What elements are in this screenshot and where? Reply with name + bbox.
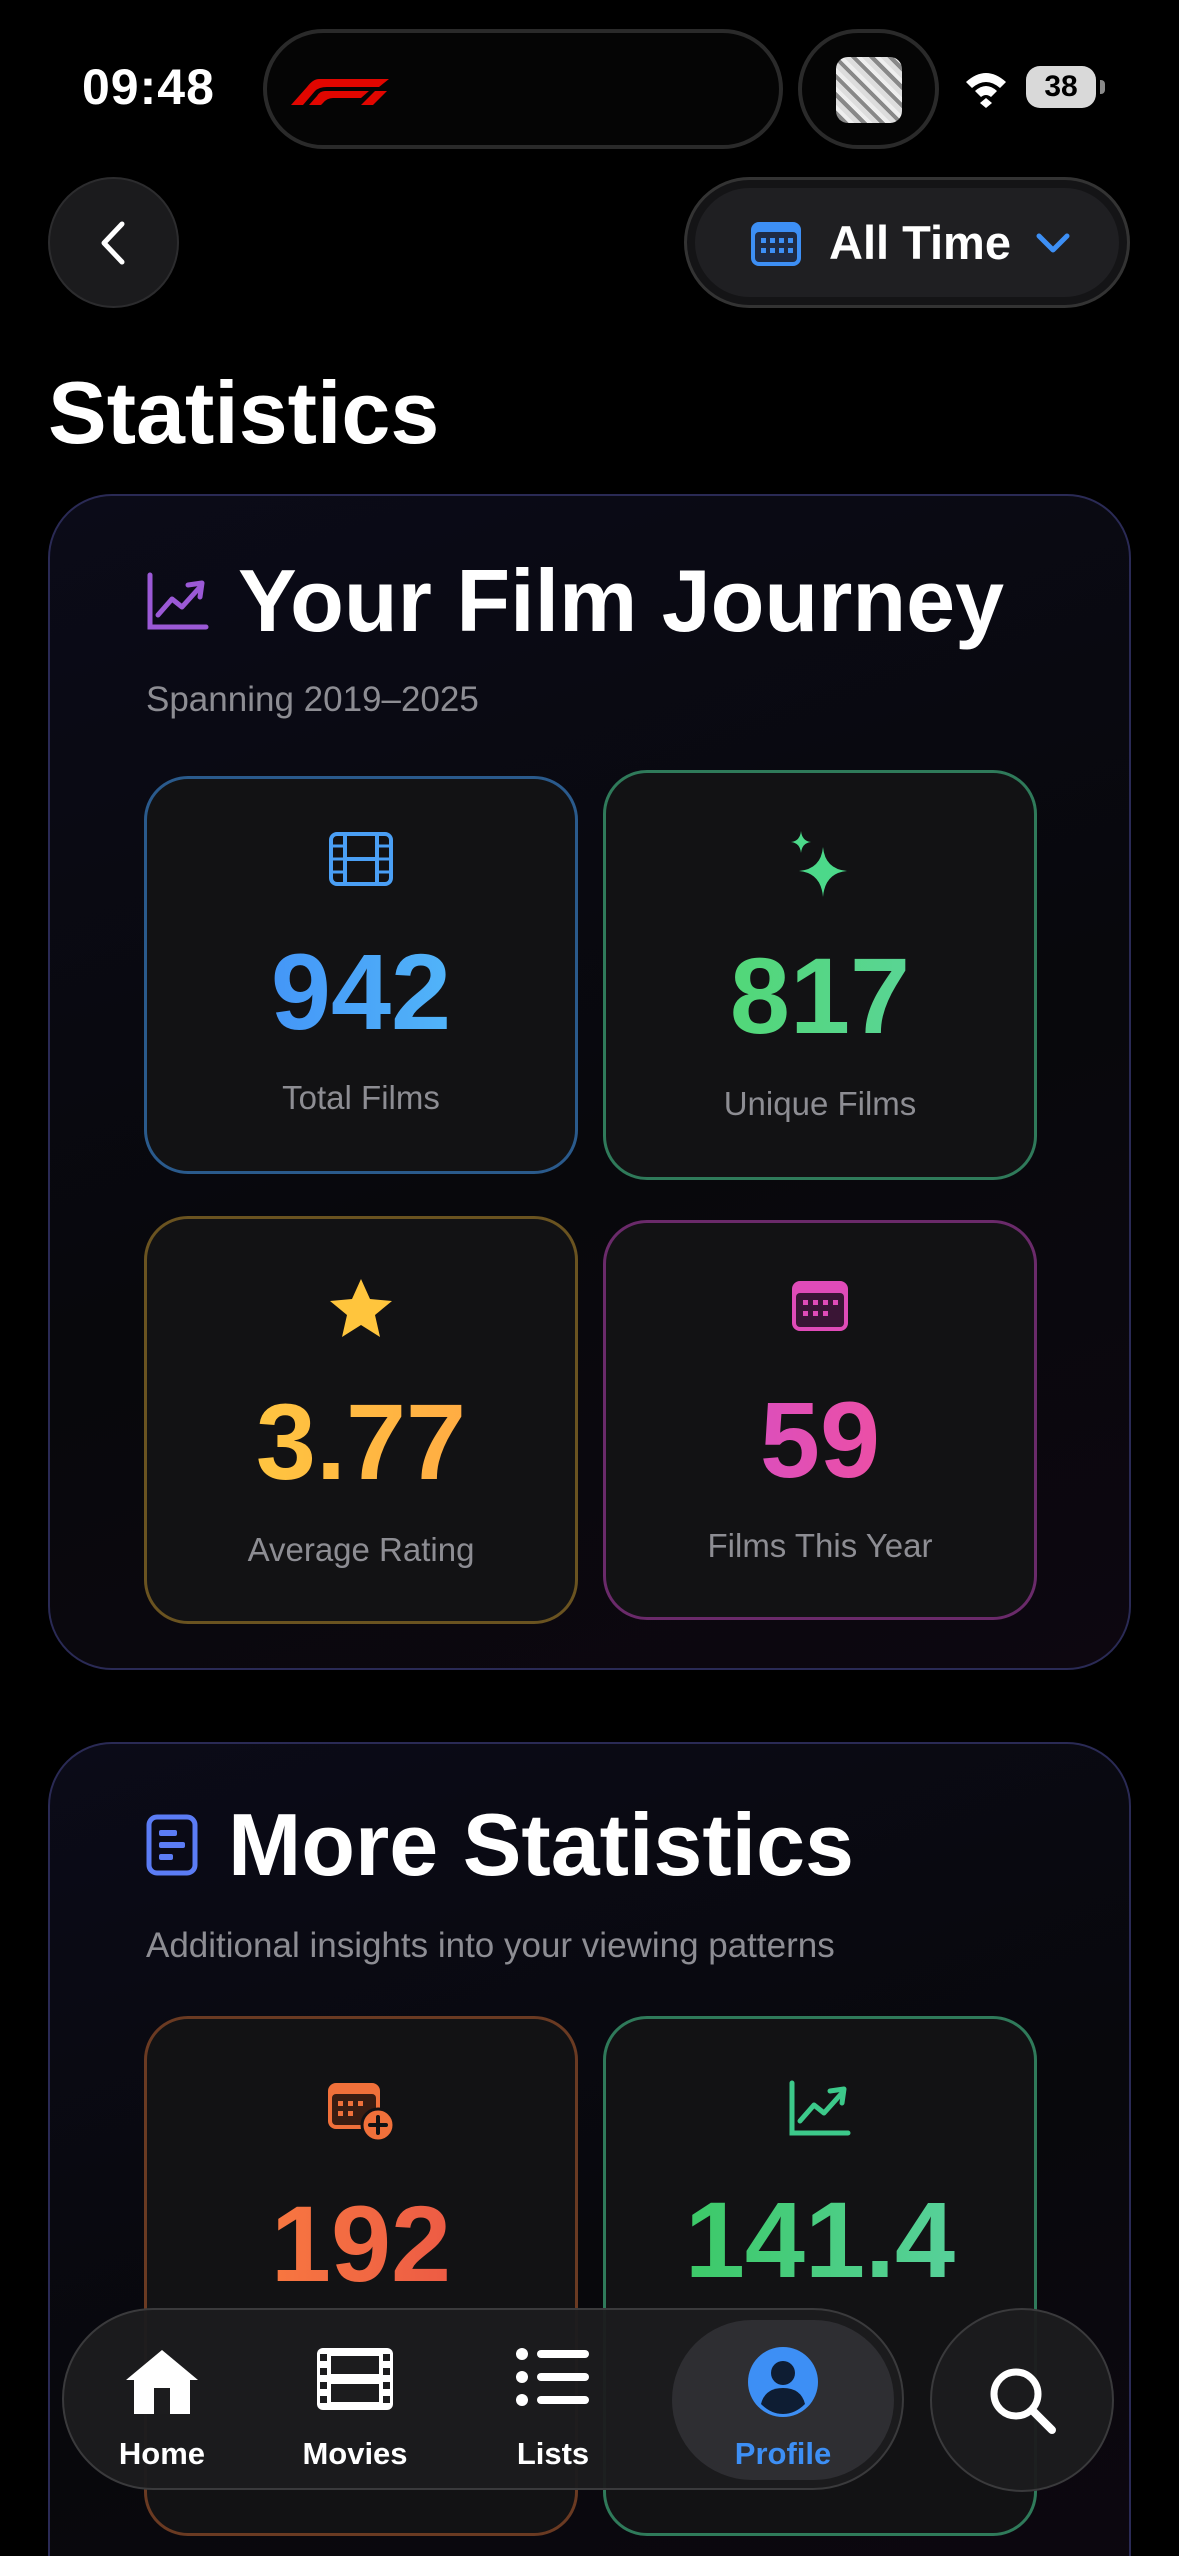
stat-value: 141.4: [606, 2177, 1034, 2302]
section-title: Your Film Journey: [238, 551, 1005, 650]
tab-home[interactable]: Home: [67, 2320, 257, 2480]
stat-card-average-rating[interactable]: 3.77 Average Rating: [144, 1216, 578, 1624]
star-icon: [330, 1279, 392, 1337]
stat-value: 942: [147, 929, 575, 1054]
stat-label: Average Rating: [247, 1531, 475, 1568]
sparkles-icon: [791, 831, 847, 897]
document-chart-icon: [146, 1814, 198, 1876]
stat-card-total-films[interactable]: 942 Total Films: [144, 776, 578, 1174]
stat-label: Total Films: [282, 1079, 440, 1116]
tab-label: Profile: [734, 2436, 832, 2471]
back-button[interactable]: [48, 177, 179, 308]
chevron-left-icon: [101, 221, 124, 264]
tab-label: Home: [118, 2436, 206, 2471]
house-icon: [126, 2350, 198, 2414]
tab-movies[interactable]: Movies: [260, 2320, 450, 2480]
f1-logo-icon: [291, 79, 389, 105]
film-journey-card: Your Film Journey Spanning 2019–2025 942…: [48, 494, 1131, 1670]
tab-label: Lists: [516, 2436, 590, 2471]
stat-value: 192: [147, 2181, 575, 2306]
person-icon: [748, 2347, 818, 2417]
trend-icon: [789, 2080, 851, 2136]
tab-lists[interactable]: Lists: [453, 2320, 653, 2480]
battery-indicator: 38: [1026, 66, 1096, 108]
chart-line-icon: [147, 572, 209, 630]
stat-value: 817: [606, 933, 1034, 1058]
stat-label: Unique Films: [723, 1085, 917, 1122]
dynamic-island[interactable]: [263, 29, 783, 149]
film-strip-icon: [317, 2348, 393, 2410]
wifi-icon: [966, 73, 1006, 108]
page-title: Statistics: [48, 363, 440, 462]
stat-value: 59: [606, 1377, 1034, 1502]
list-icon: [516, 2348, 589, 2406]
search-icon: [990, 2368, 1056, 2434]
calendar-icon: [751, 221, 801, 266]
status-time: 09:48: [82, 59, 215, 115]
film-journey-header: Your Film Journey: [146, 550, 1004, 652]
poster-thumbnail: [836, 57, 902, 123]
tab-bar: Home Movies Lists Profile: [62, 2308, 904, 2490]
calendar-plus-icon: [328, 2083, 396, 2143]
battery-tip: [1100, 80, 1105, 94]
stat-card-unique-films[interactable]: 817 Unique Films: [603, 770, 1037, 1180]
time-range-label: All Time: [829, 216, 1011, 269]
tab-label: Movies: [302, 2436, 408, 2471]
time-range-dropdown[interactable]: All Time: [684, 177, 1130, 308]
tab-profile[interactable]: Profile: [672, 2320, 894, 2480]
film-icon: [329, 832, 393, 886]
chevron-down-icon: [1036, 233, 1070, 252]
calendar-icon: [792, 1281, 848, 1331]
stat-value: 3.77: [147, 1379, 575, 1504]
status-bar: 09:48 38: [0, 0, 1179, 170]
stat-label: Films This Year: [707, 1527, 933, 1564]
section-subtitle: Spanning 2019–2025: [146, 680, 479, 719]
search-button[interactable]: [930, 2308, 1114, 2492]
section-subtitle: Additional insights into your viewing pa…: [146, 1926, 835, 1965]
more-statistics-header: More Statistics: [146, 1794, 854, 1896]
live-activity-pill[interactable]: [798, 29, 939, 149]
stat-card-films-this-year[interactable]: 59 Films This Year: [603, 1220, 1037, 1620]
section-title: More Statistics: [228, 1795, 854, 1894]
